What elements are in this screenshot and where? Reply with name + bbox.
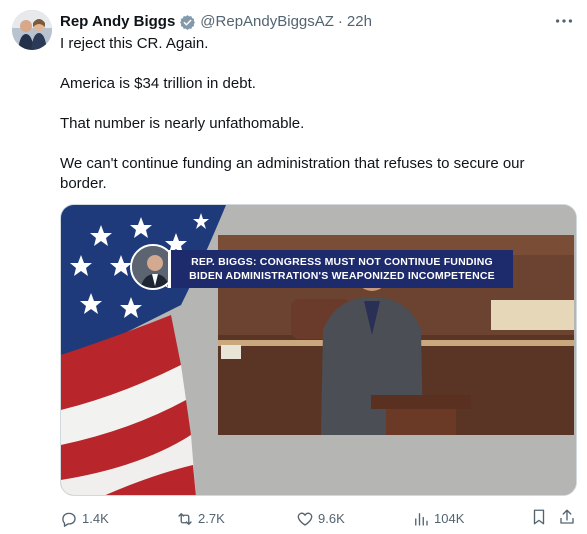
- author-handle[interactable]: @RepAndyBiggsAZ: [200, 12, 334, 32]
- tweet-text: I reject this CR. Again. America is $34 …: [60, 34, 570, 194]
- tweet-paragraph: We can't continue funding an administrat…: [60, 155, 525, 192]
- reply-count: 1.4K: [82, 511, 109, 526]
- like-count: 9.6K: [318, 511, 345, 526]
- tweet-action-bar: 1.4K 2.7K 9.6K 104K: [60, 508, 580, 530]
- tweet-paragraph: That number is nearly unfathomable.: [60, 115, 305, 132]
- reply-icon: [62, 512, 76, 527]
- bookmark-icon: [533, 509, 545, 525]
- chyron-line-1: REP. BIGGS: CONGRESS MUST NOT CONTINUE F…: [191, 256, 493, 268]
- video-chyron: REP. BIGGS: CONGRESS MUST NOT CONTINUE F…: [168, 250, 513, 288]
- bookmark-button[interactable]: [530, 508, 552, 526]
- header-separator: ·: [337, 13, 343, 30]
- repost-icon: [178, 513, 192, 525]
- reply-button[interactable]: 1.4K: [60, 508, 109, 530]
- author-avatar[interactable]: [12, 10, 52, 50]
- views-count: 104K: [434, 511, 465, 526]
- author-display-name[interactable]: Rep Andy Biggs: [60, 12, 175, 32]
- share-icon: [560, 509, 574, 524]
- repost-button[interactable]: 2.7K: [176, 508, 225, 530]
- verified-badge-icon[interactable]: [179, 14, 196, 31]
- repost-count: 2.7K: [198, 511, 225, 526]
- like-icon: [297, 512, 313, 526]
- chyron-line-2: BIDEN ADMINISTRATION'S WEAPONIZED INCOMP…: [189, 270, 495, 282]
- tweet-paragraph: I reject this CR. Again.: [60, 35, 209, 52]
- tweet-media-image[interactable]: [60, 204, 577, 496]
- tweet-timestamp[interactable]: 22h: [347, 12, 372, 32]
- views-icon: [415, 513, 428, 526]
- share-button[interactable]: [558, 508, 580, 526]
- tweet-card[interactable]: Rep Andy Biggs @RepAndyBiggsAZ · 22h I r…: [0, 0, 587, 534]
- views-button[interactable]: 104K: [412, 508, 464, 530]
- like-button[interactable]: 9.6K: [296, 508, 345, 530]
- tweet-paragraph: America is $34 trillion in debt.: [60, 75, 256, 92]
- more-options-icon[interactable]: [553, 10, 575, 32]
- tweet-header: Rep Andy Biggs @RepAndyBiggsAZ · 22h: [60, 12, 372, 32]
